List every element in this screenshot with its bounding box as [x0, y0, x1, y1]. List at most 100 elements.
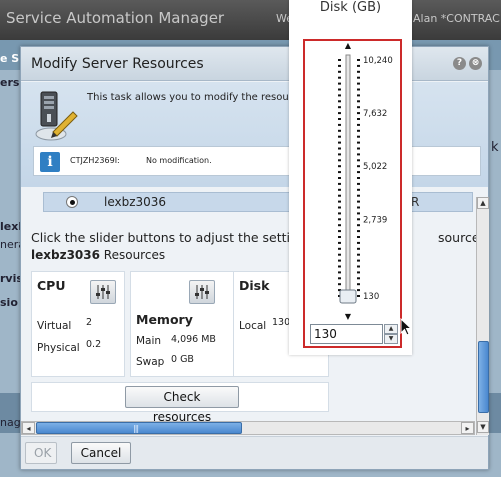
- resources-label: Resources: [103, 248, 166, 262]
- slider-tick: [338, 118, 341, 120]
- slider-tick: [357, 123, 360, 126]
- instructions: Click the slider buttons to adjust the s…: [31, 230, 490, 245]
- slider-tick: [338, 64, 341, 67]
- cpu-virtual-value: 2: [86, 317, 93, 328]
- user-name[interactable]: Alan *CONTRAC: [413, 12, 500, 25]
- slider-tick: [357, 112, 360, 115]
- slider-tick: [357, 212, 360, 215]
- slider-tick: [338, 277, 341, 280]
- slider-tick: [338, 70, 341, 73]
- slider-tick-label: 7,632: [363, 109, 387, 119]
- slider-tick: [338, 206, 341, 209]
- slider-tick: [357, 177, 360, 179]
- spin-up-icon[interactable]: ▲: [384, 324, 398, 334]
- message-code: CTJZH2369I:: [70, 156, 120, 165]
- slider-tick-label: 130: [363, 292, 379, 302]
- app-title: Service Automation Manager: [6, 9, 225, 27]
- resources-heading: lexbz3036 Resources: [31, 248, 165, 262]
- slider-tick: [338, 59, 341, 61]
- slider-tick: [338, 230, 341, 233]
- slider-tick: [338, 76, 341, 79]
- app-header: Service Automation Manager We Alan *CONT…: [0, 0, 501, 40]
- memory-title: Memory: [136, 312, 193, 327]
- cancel-button[interactable]: Cancel: [71, 442, 131, 464]
- slider-tick: [338, 123, 341, 126]
- slider-tick: [357, 182, 360, 185]
- slider-thumb[interactable]: [339, 289, 357, 304]
- slider-tick: [338, 141, 341, 144]
- cpu-panel: CPU Virtual 2 Physical 0.2: [31, 271, 125, 377]
- close-icon[interactable]: ⊗: [469, 57, 482, 70]
- scroll-up-icon[interactable]: ▲: [477, 197, 489, 209]
- memory-main-label: Main: [136, 335, 162, 347]
- cpu-virtual-label: Virtual: [37, 320, 72, 332]
- bg-fragment: nag: [0, 416, 21, 429]
- bg-fragment: ers: [0, 76, 20, 89]
- resources-server: lexbz3036: [31, 248, 100, 262]
- sliders-icon: [96, 285, 110, 299]
- slider-tick: [338, 188, 341, 191]
- server-radio[interactable]: [66, 196, 78, 208]
- slider-tick: [357, 236, 360, 238]
- slider-tick: [357, 188, 360, 191]
- slider-tick: [357, 70, 360, 73]
- slider-tick: [357, 241, 360, 244]
- memory-main-value: 4,096 MB: [171, 334, 216, 345]
- slider-decrease-icon[interactable]: ▼: [345, 312, 352, 321]
- help-icon[interactable]: ?: [453, 57, 466, 70]
- disk-slider[interactable]: ▲ 10,240 7,632 5,022 2,739 130 ▼: [305, 41, 400, 321]
- slider-tick: [357, 165, 360, 168]
- disk-size-input[interactable]: [310, 324, 383, 344]
- slider-tick: [357, 265, 360, 268]
- vertical-scrollbar[interactable]: ▲ ▼: [476, 197, 489, 435]
- dialog-footer: OK Cancel: [21, 436, 488, 469]
- server-edit-icon: [35, 91, 78, 141]
- slider-tick: [357, 141, 360, 144]
- check-area: Check resources: [31, 382, 329, 424]
- scroll-down-icon[interactable]: ▼: [477, 421, 489, 433]
- slider-tick: [338, 271, 341, 274]
- memory-slider-button[interactable]: [189, 280, 215, 304]
- horizontal-scrollbar[interactable]: ◂ ||| ▸: [21, 421, 475, 435]
- sliders-icon: [195, 285, 209, 299]
- server-name: lexbz3036: [104, 195, 167, 209]
- scroll-right-icon[interactable]: ▸: [461, 422, 474, 434]
- spin-down-icon[interactable]: ▼: [384, 334, 398, 344]
- slider-tick: [357, 253, 360, 256]
- slider-tick: [357, 200, 360, 203]
- slider-tick: [338, 153, 341, 156]
- message-text: No modification.: [146, 156, 212, 165]
- slider-tick: [338, 147, 341, 150]
- disk-slider-popup: Disk (GB) ▲ 10,240 7,632 5,022 2,739 130 ▼ ▲…: [289, 0, 412, 355]
- slider-track[interactable]: [345, 54, 351, 300]
- slider-tick: [338, 194, 341, 197]
- disk-title: Disk: [239, 278, 270, 293]
- slider-tick: [357, 259, 360, 262]
- slider-tick: [338, 224, 341, 227]
- slider-tick: [357, 59, 360, 61]
- slider-tick: [338, 236, 341, 238]
- scroll-left-icon[interactable]: ◂: [22, 422, 35, 434]
- bg-fragment: e S: [0, 52, 20, 65]
- slider-increase-icon[interactable]: ▲: [345, 41, 352, 50]
- check-resources-button[interactable]: Check resources: [125, 386, 239, 424]
- slider-tick: [357, 289, 360, 292]
- slider-tick: [338, 212, 341, 215]
- slider-tick: [357, 295, 360, 297]
- bg-fragment: k: [491, 140, 499, 155]
- memory-swap-label: Swap: [136, 356, 165, 368]
- slider-tick: [357, 283, 360, 286]
- dialog-titlebar: Modify Server Resources ? ⊗: [21, 47, 488, 81]
- horizontal-scroll-thumb[interactable]: |||: [36, 422, 242, 434]
- vertical-scroll-thumb[interactable]: [478, 341, 489, 413]
- disk-local-label: Local: [239, 320, 267, 332]
- slider-tick: [357, 147, 360, 150]
- disk-local-value: 130: [272, 317, 291, 328]
- slider-tick: [357, 106, 360, 109]
- slider-tick: [357, 64, 360, 67]
- slider-tick: [357, 129, 360, 132]
- cpu-slider-button[interactable]: [90, 280, 116, 304]
- ok-button[interactable]: OK: [25, 442, 57, 464]
- mouse-cursor-icon: [400, 318, 412, 336]
- slider-tick: [338, 218, 341, 221]
